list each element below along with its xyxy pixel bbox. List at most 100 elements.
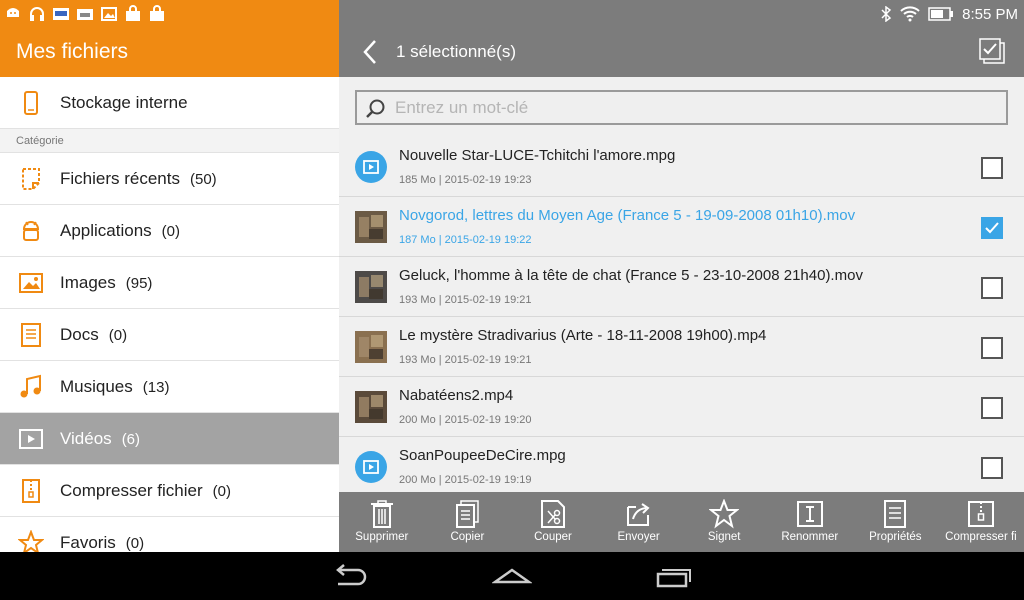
nav-item-label: Favoris [60,532,116,552]
cut-button[interactable]: Couper [510,492,596,552]
file-checkbox[interactable] [981,457,1003,479]
file-row[interactable]: SoanPoupeeDeCire.mpg 200 Mo | 2015-02-19 … [339,437,1024,497]
file-meta: 200 Mo | 2015-02-19 19:20 [399,414,532,426]
nav-item-recent-files[interactable]: Fichiers récents (50) [0,153,339,205]
file-name: Novgorod, lettres du Moyen Age (France 5… [399,207,856,224]
nav-item-label: Musiques [60,376,133,396]
home-nav-button[interactable] [492,562,532,590]
notification-icons [0,0,339,28]
nav-item-count: (0) [212,482,231,500]
nav-item-count: (6) [121,430,141,448]
recent-files-icon [22,168,40,190]
video-file-icon [355,151,387,183]
select-all-button[interactable] [978,37,1006,65]
tool-label: Envoyer [617,531,660,543]
file-checkbox[interactable] [981,157,1003,179]
nav-item-count: (13) [142,378,170,396]
nav-item-label: Stockage interne [60,92,188,112]
selection-count-title: 1 sélectionné(s) [396,42,517,61]
headphones-icon [30,7,44,21]
document-icon [21,323,41,347]
send-button[interactable]: Envoyer [596,492,682,552]
nav-item-internal-storage[interactable]: Stockage interne [0,77,339,129]
file-checkbox[interactable] [981,337,1003,359]
tool-label: Copier [450,531,485,543]
nav-item-label: Fichiers récents [60,168,180,188]
clock: 8:55 PM [962,5,1018,23]
file-checkbox[interactable] [981,217,1003,239]
nav-item-favorites[interactable]: Favoris (0) [0,517,339,552]
category-header: Catégorie [0,129,339,153]
nav-item-music[interactable]: Musiques (13) [0,361,339,413]
properties-button[interactable]: Propriétés [853,492,939,552]
nav-item-images[interactable]: Images (95) [0,257,339,309]
checkmark-icon [985,222,999,234]
nav-item-count: (0) [108,326,128,344]
properties-icon [884,500,907,528]
trash-icon [370,500,393,528]
compress-button[interactable]: Compresser fi [938,492,1024,552]
nav-item-applications[interactable]: Applications (0) [0,205,339,257]
image-notification-icon [101,7,117,21]
left-panel: Mes fichiers Stockage interne Catégorie … [0,0,339,552]
file-meta: 185 Mo | 2015-02-19 19:23 [399,174,532,186]
copy-icon [456,500,480,528]
video-thumbnail [355,271,387,303]
video-file-icon [355,451,387,483]
file-name: Geluck, l'homme à la tête de chat (Franc… [399,267,863,284]
search-box[interactable] [355,90,1008,125]
music-icon [20,374,41,398]
action-toolbar: Supprimer Copier Couper Envoyer Signet R… [339,492,1024,552]
star-icon [709,499,740,529]
search-icon [366,99,385,118]
video-thumbnail [355,211,387,243]
app-notification-icon [53,8,69,20]
nav-item-count: (0) [125,534,145,552]
nav-item-count: (95) [125,274,153,292]
file-name: Nabatéens2.mp4 [399,387,514,404]
phone-icon [24,91,38,115]
file-name: SoanPoupeeDeCire.mpg [399,447,566,464]
scissors-icon [540,500,565,528]
copy-button[interactable]: Copier [425,492,511,552]
file-meta: 187 Mo | 2015-02-19 19:22 [399,234,532,246]
right-panel: 8:55 PM 1 sélectionné(s) Nouvelle Star-L… [339,0,1024,552]
file-row[interactable]: Nouvelle Star-LUCE-Tchitchi l'amore.mpg 1… [339,137,1024,197]
file-row[interactable]: Le mystère Stradivarius (Arte - 18-11-20… [339,317,1024,377]
file-name: Nouvelle Star-LUCE-Tchitchi l'amore.mpg [399,147,676,164]
tool-label: Compresser fi [945,531,1017,543]
tool-label: Renommer [781,531,839,543]
nav-item-docs[interactable]: Docs (0) [0,309,339,361]
file-row[interactable]: Geluck, l'homme à la tête de chat (Franc… [339,257,1024,317]
nav-item-label: Images [60,272,116,292]
delete-button[interactable]: Supprimer [339,492,425,552]
rename-button[interactable]: Renommer [767,492,853,552]
nav-item-label: Applications [60,220,152,240]
zip-icon [22,479,40,503]
nav-item-videos[interactable]: Vidéos (6) [0,413,339,465]
back-nav-button[interactable] [330,562,370,590]
file-checkbox[interactable] [981,277,1003,299]
file-row[interactable]: Nabatéens2.mp4 200 Mo | 2015-02-19 19:20 [339,377,1024,437]
search-input[interactable] [395,92,995,123]
recent-apps-nav-button[interactable] [654,562,694,590]
tool-label: Supprimer [355,531,409,543]
file-name: Le mystère Stradivarius (Arte - 18-11-20… [399,327,767,344]
app-header: Mes fichiers [0,0,339,77]
video-icon [19,429,43,449]
nav-item-label: Docs [60,324,99,344]
bookmark-button[interactable]: Signet [681,492,767,552]
nav-item-compressed[interactable]: Compresser fichier (0) [0,465,339,517]
nav-item-label: Vidéos [60,428,112,448]
tool-label: Signet [707,531,741,543]
image-icon [19,273,43,293]
android-icon [22,221,40,241]
car-icon [77,9,93,20]
nav-item-count: (50) [189,170,217,188]
file-row[interactable]: Novgorod, lettres du Moyen Age (France 5… [339,197,1024,257]
back-button[interactable] [359,38,381,66]
file-checkbox[interactable] [981,397,1003,419]
file-meta: 193 Mo | 2015-02-19 19:21 [399,294,532,306]
selection-header: 8:55 PM 1 sélectionné(s) [339,0,1024,77]
app-title: Mes fichiers [16,40,129,63]
